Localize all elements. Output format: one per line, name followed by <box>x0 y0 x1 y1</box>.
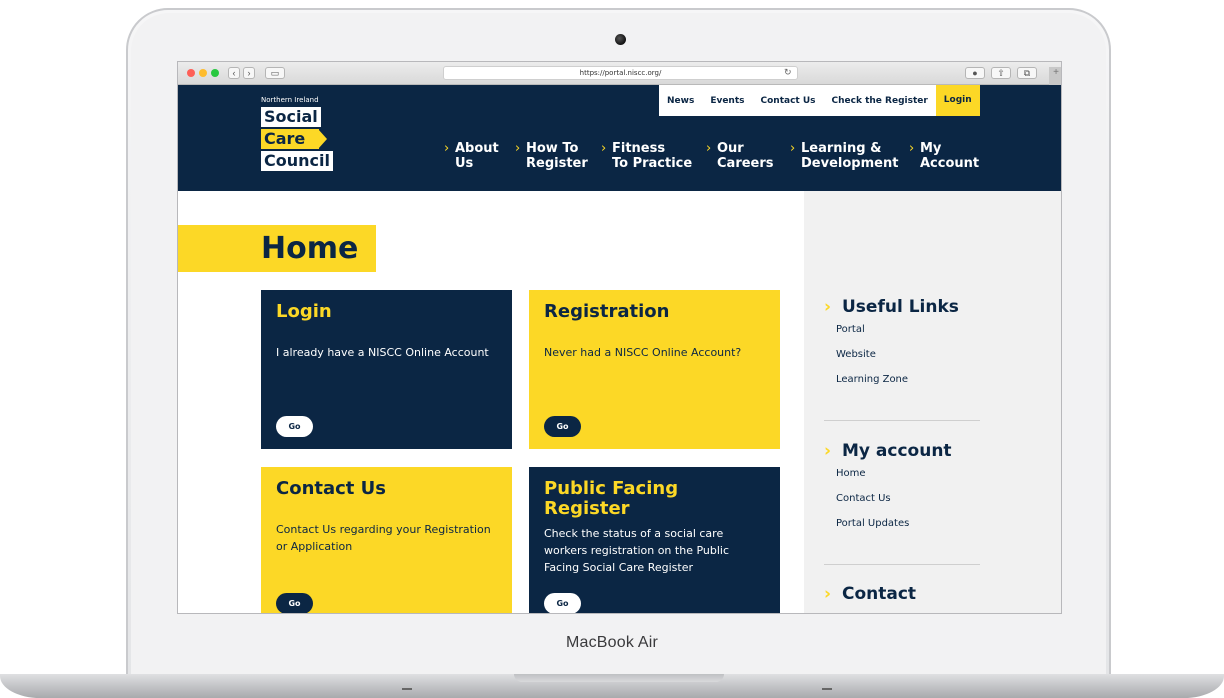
nav-label-line2: To Practice <box>612 156 693 171</box>
utility-nav: News Events Contact Us Check the Registe… <box>659 85 980 116</box>
zoom-window-button[interactable] <box>211 69 219 77</box>
logo-subtitle: Northern Ireland <box>261 96 319 104</box>
section-heading-text: My account <box>842 441 952 461</box>
contact-section: › Contact <box>824 584 980 604</box>
logo-word-care: Care <box>261 129 328 149</box>
close-window-button[interactable] <box>187 69 195 77</box>
card-title: Login <box>276 301 332 322</box>
chevron-right-icon: › <box>824 441 832 461</box>
nav-label-line2: Development <box>801 156 899 171</box>
download-icon[interactable]: ● <box>965 67 985 79</box>
utility-link-contact[interactable]: Contact Us <box>753 96 824 106</box>
nav-item-how-to-register[interactable]: › How To Register <box>515 141 588 171</box>
browser-toolbar: ‹ › ▭ https://portal.niscc.org/ ↻ ● ⇧ ⧉ … <box>178 62 1061 85</box>
card-description: I already have a NISCC Online Account <box>276 346 489 359</box>
address-bar[interactable]: https://portal.niscc.org/ <box>443 66 798 80</box>
forward-arrow-icon[interactable]: › <box>243 67 255 79</box>
chevron-right-icon: › <box>824 297 832 317</box>
nav-item-fitness-to-practice[interactable]: › Fitness To Practice <box>601 141 692 171</box>
reload-icon[interactable]: ↻ <box>784 67 792 78</box>
chevron-right-icon: › <box>515 141 521 156</box>
utility-link-check-register[interactable]: Check the Register <box>824 96 936 106</box>
sidebar-toggle-icon[interactable]: ▭ <box>265 67 285 79</box>
registration-card: Registration Never had a NISCC Online Ac… <box>529 290 780 449</box>
minimize-window-button[interactable] <box>199 69 207 77</box>
main-nav: › About Us › How To Register › Fitness T… <box>444 141 1004 181</box>
divider <box>824 420 980 421</box>
device-label: MacBook Air <box>565 634 658 651</box>
laptop-foot <box>402 688 412 690</box>
utility-link-news[interactable]: News <box>659 96 702 106</box>
card-description: Contact Us regarding your Registration o… <box>276 523 491 553</box>
sidebar-link-contact-us[interactable]: Contact Us <box>836 486 980 511</box>
registration-go-button[interactable]: Go <box>544 416 581 437</box>
nav-item-learning-development[interactable]: › Learning & Development <box>790 141 898 171</box>
sidebar-link-learning-zone[interactable]: Learning Zone <box>836 367 980 392</box>
nav-item-about-us[interactable]: › About Us <box>444 141 499 171</box>
share-icon[interactable]: ⇧ <box>991 67 1011 79</box>
chevron-right-icon: › <box>444 141 450 156</box>
nav-label-line2: Register <box>526 156 588 171</box>
login-card: Login I already have a NISCC Online Acco… <box>261 290 512 449</box>
sidebar-link-website[interactable]: Website <box>836 342 980 367</box>
section-heading-text: Useful Links <box>842 297 959 317</box>
card-description: Never had a NISCC Online Account? <box>544 346 742 359</box>
nav-label-line1: Our <box>717 141 744 156</box>
new-tab-icon[interactable]: + <box>1049 67 1061 85</box>
camera-icon <box>615 34 626 45</box>
chevron-right-icon: › <box>706 141 712 156</box>
nav-item-our-careers[interactable]: › Our Careers <box>706 141 774 171</box>
main-content: Home Login I already have a NISCC Online… <box>178 191 804 613</box>
page-title: Home <box>261 231 359 266</box>
login-button[interactable]: Login <box>935 85 980 116</box>
nav-label-line2: Us <box>455 156 474 171</box>
card-description: Check the status of a social care worker… <box>544 527 730 574</box>
nav-label-line1: Learning & <box>801 141 882 156</box>
public-register-go-button[interactable]: Go <box>544 593 581 613</box>
laptop-foot <box>822 688 832 690</box>
my-account-section: › My account Home Contact Us Portal Upda… <box>824 441 980 536</box>
card-title: Public Facing Register <box>544 478 679 519</box>
nav-label-line2: Careers <box>717 156 774 171</box>
contact-go-button[interactable]: Go <box>276 593 313 613</box>
sidebar-link-portal[interactable]: Portal <box>836 317 980 342</box>
section-heading-text: Contact <box>842 584 917 604</box>
useful-links-section: › Useful Links Portal Website Learning Z… <box>824 297 980 392</box>
chevron-right-icon: › <box>824 584 832 604</box>
chevron-right-icon: › <box>909 141 915 156</box>
public-register-card: Public Facing Register Check the status … <box>529 467 780 613</box>
divider <box>824 564 980 565</box>
chevron-right-icon: › <box>790 141 796 156</box>
contact-us-card: Contact Us Contact Us regarding your Reg… <box>261 467 512 613</box>
section-heading: › Contact <box>824 584 980 604</box>
nav-label-line1: About <box>455 141 499 156</box>
back-arrow-icon[interactable]: ‹ <box>228 67 240 79</box>
utility-link-events[interactable]: Events <box>702 96 752 106</box>
card-title: Registration <box>544 301 670 322</box>
nav-label-line1: How To <box>526 141 579 156</box>
laptop-base-notch <box>514 674 724 682</box>
nav-label-line1: Fitness <box>612 141 666 156</box>
site-header: Northern Ireland Social Care Council New… <box>178 85 1061 191</box>
nav-item-my-account[interactable]: › My Account <box>909 141 979 171</box>
sidebar-link-home[interactable]: Home <box>836 461 980 486</box>
sidebar-link-portal-updates[interactable]: Portal Updates <box>836 511 980 536</box>
logo-word-council: Council <box>261 151 333 171</box>
section-heading: › Useful Links <box>824 297 980 317</box>
section-heading: › My account <box>824 441 980 461</box>
tabs-overview-icon[interactable]: ⧉ <box>1017 67 1037 79</box>
logo-word-social: Social <box>261 107 321 127</box>
login-go-button[interactable]: Go <box>276 416 313 437</box>
nav-label-line1: My <box>920 141 942 156</box>
card-title: Contact Us <box>276 478 387 499</box>
sidebar: › Useful Links Portal Website Learning Z… <box>804 191 1061 613</box>
nav-label-line2: Account <box>920 156 980 171</box>
chevron-right-icon: › <box>601 141 607 156</box>
niscc-logo[interactable]: Northern Ireland Social Care Council <box>261 96 333 173</box>
laptop-screen: ‹ › ▭ https://portal.niscc.org/ ↻ ● ⇧ ⧉ … <box>177 61 1062 614</box>
